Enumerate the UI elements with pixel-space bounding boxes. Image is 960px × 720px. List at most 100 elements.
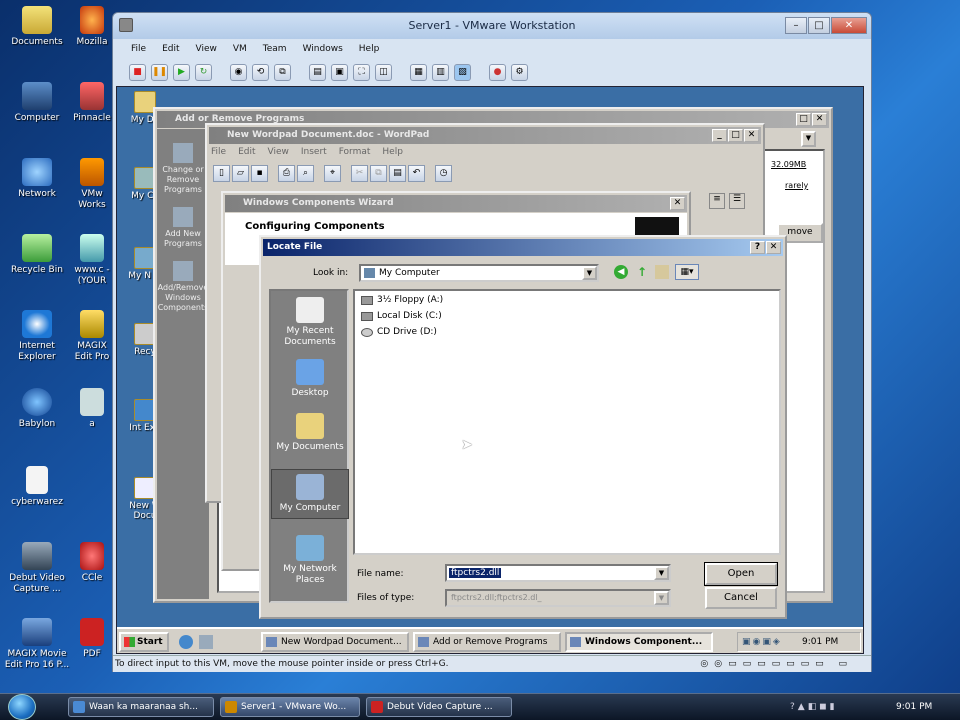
wordpad-menu-insert[interactable]: Insert	[301, 147, 327, 157]
wizard-title-bar[interactable]: Windows Components Wizard	[225, 195, 687, 212]
menu-team[interactable]: Team	[263, 40, 287, 58]
suspend-icon[interactable]: ❚❚	[151, 63, 168, 81]
wordpad-title-bar[interactable]: New Wordpad Document.doc - WordPad	[209, 127, 761, 144]
quick-launch-desktop-icon[interactable]	[199, 635, 213, 649]
guest-task-add-remove[interactable]: Add or Remove Programs	[413, 632, 561, 652]
change-remove-programs-button[interactable]: Change or Remove Programs	[157, 143, 209, 195]
appliance-view-icon[interactable]: ▧	[454, 63, 471, 81]
places-my-documents[interactable]: My Documents	[271, 413, 349, 453]
windows-start-orb-icon[interactable]	[8, 694, 36, 720]
summary-view-icon[interactable]: ▦	[410, 63, 427, 81]
view-menu-icon[interactable]: ▦▾	[675, 264, 699, 280]
open-button[interactable]: Open	[704, 562, 778, 586]
save-icon[interactable]: ▪	[251, 165, 268, 182]
drive-local-disk-c[interactable]: Local Disk (C:)	[361, 311, 442, 321]
revert-snapshot-icon[interactable]: ⟲	[252, 63, 269, 81]
host-desktop-icon-network[interactable]: Network	[2, 158, 72, 200]
menu-file[interactable]: File	[131, 40, 146, 58]
host-desktop-icon-www[interactable]: www.c - (YOUR	[72, 234, 112, 287]
wordpad-menu-format[interactable]: Format	[339, 147, 371, 157]
unity-icon[interactable]: ◫	[375, 63, 392, 81]
places-desktop[interactable]: Desktop	[271, 359, 349, 399]
add-remove-close-button[interactable]: ✕	[812, 113, 827, 126]
host-desktop-icon-babylon[interactable]: Babylon	[2, 388, 72, 430]
wordpad-minimize-button[interactable]: _	[712, 129, 727, 142]
capture-movie-icon[interactable]: ●	[489, 63, 506, 81]
host-desktop-icon-pinnacle[interactable]: Pinnacle	[72, 82, 112, 124]
drive-floppy-a[interactable]: 3½ Floppy (A:)	[361, 295, 443, 305]
date-time-icon[interactable]: ◷	[435, 165, 452, 182]
quick-launch-ie-icon[interactable]	[179, 635, 193, 649]
wordpad-close-button[interactable]: ✕	[744, 129, 759, 142]
host-desktop-icon-mozilla[interactable]: Mozilla	[72, 6, 112, 48]
wordpad-menu-file[interactable]: File	[211, 147, 226, 157]
file-name-dropdown-arrow[interactable]: ▼	[654, 566, 669, 580]
sort-by-dropdown-arrow[interactable]: ▼	[801, 131, 816, 147]
undo-icon[interactable]: ↶	[408, 165, 425, 182]
snapshot-icon[interactable]: ◉	[230, 63, 247, 81]
wordpad-menu-help[interactable]: Help	[382, 147, 403, 157]
add-new-programs-button[interactable]: Add New Programs	[157, 207, 209, 249]
menu-view[interactable]: View	[196, 40, 217, 58]
snapshot-manager-icon[interactable]: ⧉	[274, 63, 291, 81]
wordpad-maximize-button[interactable]: □	[728, 129, 743, 142]
reset-icon[interactable]: ↻	[195, 63, 212, 81]
host-desktop-icon-magix2[interactable]: MAGIX Edit Pro	[72, 310, 112, 363]
new-folder-icon[interactable]	[655, 265, 669, 279]
host-task-0[interactable]: Waan ka maaranaa sh...	[68, 697, 214, 717]
paste-icon[interactable]: ▤	[389, 165, 406, 182]
sidebar-icon[interactable]: ▤	[309, 63, 326, 81]
files-of-type-dropdown[interactable]: ftpctrs2.dll;ftpctrs2.dl_ ▼	[445, 589, 671, 607]
places-my-network-places[interactable]: My Network Places	[271, 535, 349, 586]
host-desktop-icon-pdf[interactable]: PDF	[72, 618, 112, 660]
places-my-computer[interactable]: My Computer	[271, 469, 349, 519]
menu-vm[interactable]: VM	[233, 40, 247, 58]
host-task-debut[interactable]: Debut Video Capture ...	[366, 697, 512, 717]
new-icon[interactable]: ▯	[213, 165, 230, 182]
close-button[interactable]: ✕	[831, 17, 867, 34]
locate-file-title-bar[interactable]: Locate File	[263, 239, 783, 256]
wordpad-menu-view[interactable]: View	[268, 147, 289, 157]
drive-cd-d[interactable]: CD Drive (D:)	[361, 327, 437, 337]
menu-help[interactable]: Help	[359, 40, 380, 58]
look-in-dropdown-arrow[interactable]: ▼	[582, 266, 597, 280]
cancel-button[interactable]: Cancel	[705, 587, 777, 609]
quick-switch-icon[interactable]: ▣	[331, 63, 348, 81]
host-desktop-icon-documents[interactable]: Documents	[2, 6, 72, 48]
help-button[interactable]: ?	[750, 241, 765, 254]
align-right-icon[interactable]: ≡	[709, 193, 725, 209]
host-desktop-icon-app[interactable]: a	[72, 388, 112, 430]
host-desktop-icon-debut[interactable]: Debut Video Capture ...	[2, 542, 72, 595]
locate-close-button[interactable]: ✕	[766, 241, 781, 254]
menu-edit[interactable]: Edit	[162, 40, 179, 58]
tray-icons[interactable]: ▣◉▣◈	[742, 633, 782, 651]
add-remove-maximize-button[interactable]: □	[796, 113, 811, 126]
look-in-dropdown[interactable]: My Computer ▼	[359, 264, 599, 282]
wizard-close-button[interactable]: ✕	[670, 197, 685, 210]
power-on-icon[interactable]: ▶	[173, 63, 190, 81]
print-icon[interactable]: ⎙	[278, 165, 295, 182]
host-desktop-icon-internet-explorer[interactable]: Internet Explorer	[2, 310, 72, 363]
minimize-button[interactable]: –	[785, 17, 807, 34]
guest-start-button[interactable]: Start	[119, 632, 169, 652]
console-view-icon[interactable]: ▥	[432, 63, 449, 81]
add-remove-windows-components-button[interactable]: Add/Remove Windows Components	[157, 261, 209, 313]
guest-task-components[interactable]: Windows Component...	[565, 632, 713, 652]
menu-windows[interactable]: Windows	[303, 40, 343, 58]
maximize-button[interactable]: □	[808, 17, 830, 34]
open-icon[interactable]: ▱	[232, 165, 249, 182]
power-off-icon[interactable]: ■	[129, 63, 146, 81]
files-of-type-dropdown-arrow[interactable]: ▼	[654, 591, 669, 605]
file-name-input[interactable]: ftpctrs2.dll ▼	[445, 564, 671, 582]
host-desktop-icon-vmware[interactable]: VMw Works	[72, 158, 112, 211]
host-desktop-icon-ccleaner[interactable]: CCle	[72, 542, 112, 584]
vmware-title-bar[interactable]: Server1 - VMware Workstation – □ ✕	[113, 13, 871, 39]
host-desktop-icon-recycle-bin[interactable]: Recycle Bin	[2, 234, 72, 276]
full-screen-icon[interactable]: ⛶	[353, 63, 370, 81]
up-one-level-icon[interactable]: ↑	[635, 265, 649, 279]
host-desktop-icon-magix[interactable]: MAGIX Movie Edit Pro 16 P...	[2, 618, 72, 671]
wordpad-menu-edit[interactable]: Edit	[238, 147, 255, 157]
host-tray-icons[interactable]: ?▲◧◼▮	[790, 697, 838, 717]
host-desktop-icon-cyberwarez[interactable]: cyberwarez	[2, 466, 72, 508]
host-task-vmware[interactable]: Server1 - VMware Wo...	[220, 697, 360, 717]
